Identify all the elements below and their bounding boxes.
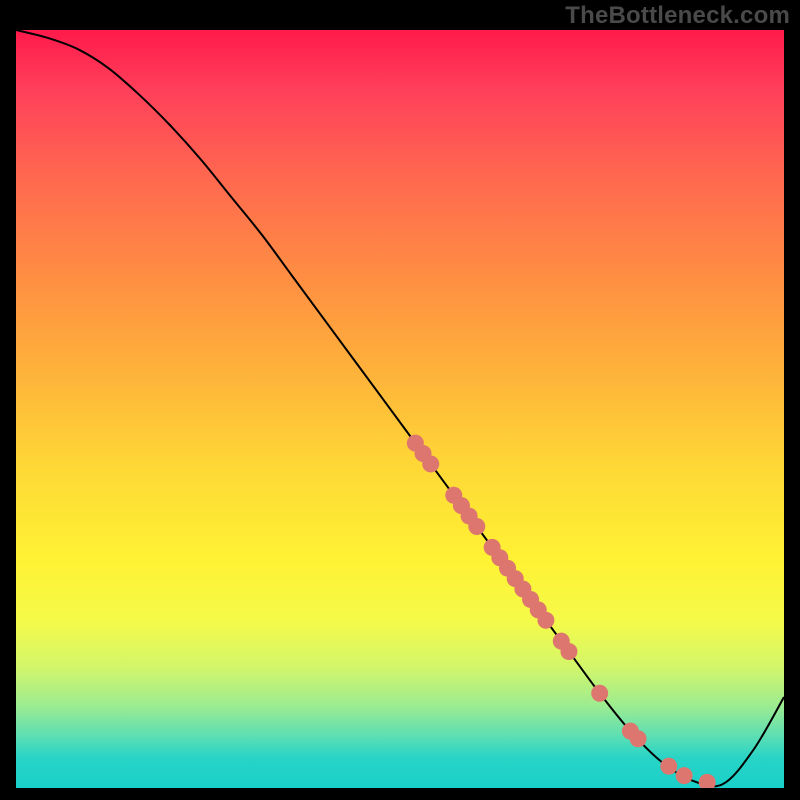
data-point (468, 518, 485, 535)
data-point (660, 758, 677, 775)
data-point (591, 685, 608, 702)
data-point (699, 774, 716, 788)
data-point (422, 455, 439, 472)
data-point (537, 612, 554, 629)
plot-area (16, 30, 784, 788)
chart-frame: TheBottleneck.com (0, 0, 800, 800)
watermark-text: TheBottleneck.com (565, 2, 790, 30)
data-point (676, 767, 693, 784)
curve-svg (16, 30, 784, 788)
highlighted-points (407, 435, 716, 788)
data-point (560, 643, 577, 660)
data-point (630, 730, 647, 747)
bottleneck-curve (16, 30, 784, 786)
